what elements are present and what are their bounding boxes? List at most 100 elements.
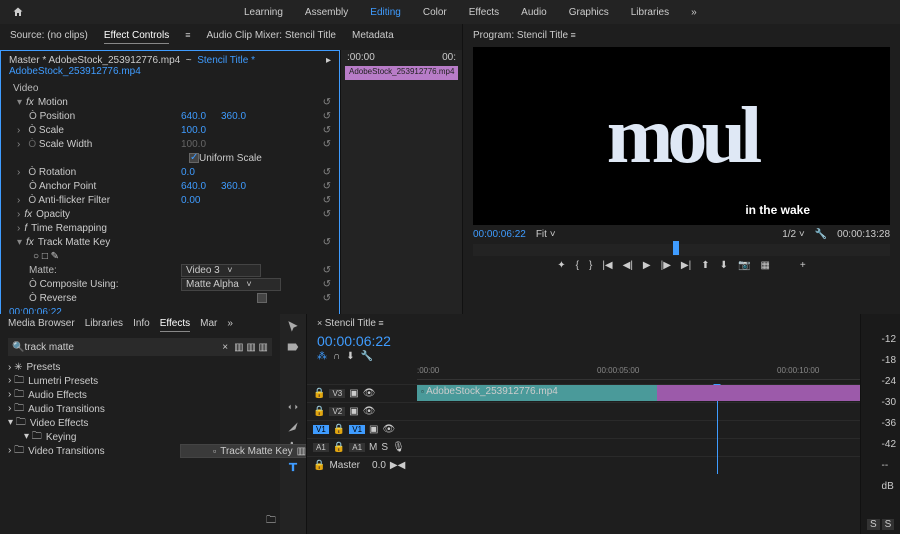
solo-icon[interactable]: S <box>381 442 388 453</box>
program-scrubber[interactable] <box>473 244 890 256</box>
eye-icon[interactable]: 👁 <box>383 424 396 435</box>
tab-source[interactable]: Source: (no clips) <box>10 30 88 44</box>
reset-icon[interactable]: ↺ <box>323 125 331 136</box>
tree-video-fx[interactable]: ▾ 🗀 Video Effects <box>8 416 272 430</box>
solo-left[interactable]: S <box>867 519 880 530</box>
tree-lumetri[interactable]: › 🗀 Lumetri Presets <box>8 374 272 388</box>
add-marker-icon[interactable]: ✦ <box>557 260 565 271</box>
ws-editing[interactable]: Editing <box>370 7 401 18</box>
timeline-tracks[interactable]: 🔒V3▣👁▫ mogul 🔒V2▣👁fx AdobeStock_25391277… <box>307 384 860 474</box>
razor-tool-icon[interactable] <box>286 380 300 394</box>
fx-time-remap[interactable]: Time Remapping <box>31 223 107 234</box>
reverse-checkbox[interactable] <box>257 293 267 303</box>
src-a1[interactable]: A1 <box>313 443 329 452</box>
tree-audio-fx[interactable]: › 🗀 Audio Effects <box>8 388 272 402</box>
extract-icon[interactable]: ⬇ <box>720 260 728 271</box>
val-anchor-x[interactable]: 640.0 <box>181 181 206 192</box>
snap-icon[interactable]: ⁂ <box>317 351 327 362</box>
track-lock-icon[interactable]: 🔒 <box>313 460 325 471</box>
fx-opacity[interactable]: Opacity <box>36 209 70 220</box>
track-lock-icon[interactable]: 🔒 <box>313 388 325 399</box>
mask-icons[interactable]: ○ □ ✎ <box>33 251 59 262</box>
val-flicker[interactable]: 0.00 <box>181 195 200 206</box>
toggle-output-icon[interactable]: ▣ <box>369 424 378 435</box>
timeline-ruler[interactable]: :00:00 00:00:05:00 00:00:10:00 00:00:15: <box>417 364 860 380</box>
ec-mini-timeline[interactable]: :00:0000: AdobeStock_253912776.mp4 <box>340 50 462 321</box>
fx-badge-icons[interactable]: ▥ ▥ ▥ <box>234 342 268 353</box>
reset-icon[interactable]: ↺ <box>323 111 331 122</box>
val-scale[interactable]: 100.0 <box>181 125 206 136</box>
timeline-tc[interactable]: 00:00:06:22 <box>307 333 860 349</box>
track-select-tool-icon[interactable] <box>286 340 300 354</box>
reset-icon[interactable]: ↺ <box>323 181 331 192</box>
step-fwd-icon[interactable]: |▶ <box>661 260 671 271</box>
eye-icon[interactable]: 👁 <box>363 388 376 399</box>
program-right-tc[interactable]: 00:00:13:28 <box>837 229 890 240</box>
ws-overflow[interactable]: » <box>691 7 697 18</box>
tab-effects[interactable]: Effects <box>160 318 190 332</box>
settings-icon[interactable]: 🔧 <box>361 351 373 362</box>
mute-icon[interactable]: M <box>369 442 377 453</box>
reset-icon[interactable]: ↺ <box>323 195 331 206</box>
tree-keying[interactable]: ▾ 🗀 Keying <box>8 430 272 444</box>
effects-search[interactable]: 🔍 × ▥ ▥ ▥ <box>8 338 272 356</box>
toggle-output-icon[interactable]: ▣ <box>349 388 358 399</box>
fx-track-matte[interactable]: Track Matte Key <box>38 237 110 248</box>
val-position-x[interactable]: 640.0 <box>181 111 206 122</box>
master-clip[interactable]: Master * AdobeStock_253912776.mp4 <box>9 55 180 66</box>
linked-sel-icon[interactable]: ∩ <box>333 351 340 362</box>
solo-right[interactable]: S <box>882 519 895 530</box>
go-in-icon[interactable]: |◀ <box>602 260 612 271</box>
ws-assembly[interactable]: Assembly <box>305 7 348 18</box>
track-v3-label[interactable]: V3 <box>329 389 345 398</box>
ripple-tool-icon[interactable] <box>286 360 300 374</box>
mark-in-icon[interactable]: { <box>576 260 579 271</box>
tab-markers[interactable]: Mar <box>200 318 217 332</box>
val-rotation[interactable]: 0.0 <box>181 167 195 178</box>
ws-color[interactable]: Color <box>423 7 447 18</box>
track-lock-icon[interactable]: 🔒 <box>333 442 345 453</box>
compare-icon[interactable]: ▦ <box>760 260 769 271</box>
button-editor-icon[interactable]: + <box>800 260 806 271</box>
program-monitor[interactable]: mogul in the wake <box>473 47 890 225</box>
ws-learning[interactable]: Learning <box>244 7 283 18</box>
track-lock-icon[interactable]: 🔒 <box>333 424 345 435</box>
tab-audio-mixer[interactable]: Audio Clip Mixer: Stencil Title <box>206 30 336 44</box>
ws-effects[interactable]: Effects <box>469 7 499 18</box>
disclosure-icon[interactable]: ▾ <box>17 97 22 108</box>
val-anchor-y[interactable]: 360.0 <box>221 181 246 192</box>
reset-icon[interactable]: ↺ <box>323 167 331 178</box>
reset-icon[interactable]: ↺ <box>323 265 331 276</box>
timeline-title[interactable]: × Stencil Title ≡ <box>307 314 860 333</box>
track-a1-label[interactable]: A1 <box>349 443 365 452</box>
tab-metadata[interactable]: Metadata <box>352 30 394 44</box>
tree-presets[interactable]: › ✳ Presets <box>8 360 272 374</box>
resolution-select[interactable]: 1/2 ˅ <box>782 229 805 240</box>
tab-info[interactable]: Info <box>133 318 150 332</box>
src-v1[interactable]: V1 <box>313 425 329 434</box>
reset-icon[interactable]: ↺ <box>323 279 331 290</box>
tab-effect-controls[interactable]: Effect Controls <box>104 30 169 44</box>
track-v1-label[interactable]: V1 <box>349 425 365 434</box>
track-lock-icon[interactable]: 🔒 <box>313 406 325 417</box>
lift-icon[interactable]: ⬆ <box>701 260 709 271</box>
program-left-tc[interactable]: 00:00:06:22 <box>473 229 526 240</box>
fx-motion[interactable]: Motion <box>38 97 68 108</box>
composite-select[interactable]: Matte Alpha ˅ <box>181 278 281 291</box>
step-back-icon[interactable]: ◀| <box>623 260 633 271</box>
go-out-icon[interactable]: ▶| <box>681 260 691 271</box>
new-bin-icon[interactable]: 🗀 <box>266 515 276 526</box>
reset-icon[interactable]: ↺ <box>323 97 331 108</box>
ws-audio[interactable]: Audio <box>521 7 547 18</box>
toggle-output-icon[interactable]: ▣ <box>349 406 358 417</box>
slip-tool-icon[interactable] <box>286 400 300 414</box>
eye-icon[interactable]: 👁 <box>363 406 376 417</box>
play-icon[interactable]: ▶ <box>643 260 651 271</box>
reset-icon[interactable]: ↺ <box>323 139 331 150</box>
reset-icon[interactable]: ↺ <box>323 293 331 304</box>
ec-clip-bar[interactable]: AdobeStock_253912776.mp4 <box>345 66 458 80</box>
search-input[interactable] <box>24 342 222 353</box>
clear-search-icon[interactable]: × <box>222 342 228 353</box>
reset-icon[interactable]: ↺ <box>323 209 331 220</box>
master-val[interactable]: 0.0 <box>372 460 386 471</box>
